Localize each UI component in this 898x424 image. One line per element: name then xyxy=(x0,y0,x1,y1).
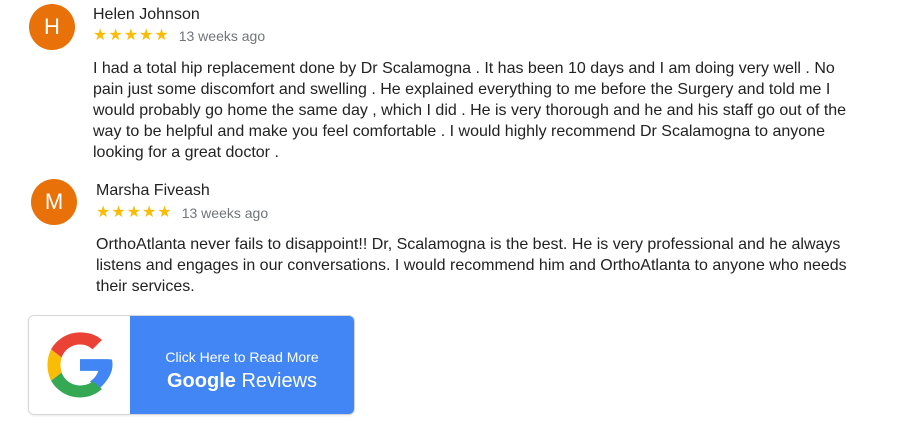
google-brand-label: Google xyxy=(166,370,236,392)
review-time: 13 weeks ago xyxy=(178,28,266,44)
star-icon: ★ xyxy=(142,204,157,221)
review-time: 13 weeks ago xyxy=(181,205,269,221)
star-icon: ★ xyxy=(154,27,169,44)
read-google-reviews-button[interactable]: Click Here to Read More Google Reviews xyxy=(28,315,355,415)
review-meta: ★ ★ ★ ★ ★ 13 weeks ago xyxy=(96,205,269,222)
reviewer-name[interactable]: Helen Johnson xyxy=(93,6,200,24)
avatar[interactable]: H xyxy=(29,4,75,50)
star-icon: ★ xyxy=(96,204,111,221)
read-more-label: Click Here to Read More xyxy=(165,349,319,365)
google-reviews-label-panel: Click Here to Read More Google Reviews xyxy=(130,316,354,414)
star-rating: ★ ★ ★ ★ ★ xyxy=(93,28,169,44)
review-meta: ★ ★ ★ ★ ★ 13 weeks ago xyxy=(93,28,266,45)
review-card: M Marsha Fiveash ★ ★ ★ ★ ★ 13 weeks ago Orth… xyxy=(0,176,898,306)
star-icon: ★ xyxy=(139,27,154,44)
reviewer-name[interactable]: Marsha Fiveash xyxy=(96,182,210,200)
google-reviews-label: Google Reviews xyxy=(130,370,354,393)
review-card: H Helen Johnson ★ ★ ★ ★ ★ 13 weeks ago I had… xyxy=(0,0,898,170)
google-logo-panel xyxy=(29,316,130,414)
star-icon: ★ xyxy=(157,204,172,221)
avatar[interactable]: M xyxy=(31,179,77,225)
star-icon: ★ xyxy=(126,204,142,221)
star-icon: ★ xyxy=(108,27,123,44)
star-icon: ★ xyxy=(111,204,126,221)
review-text: I had a total hip replacement done by Dr… xyxy=(93,60,847,161)
star-rating: ★ ★ ★ ★ ★ xyxy=(96,205,172,221)
reviews-label: Reviews xyxy=(241,370,318,392)
star-icon: ★ xyxy=(93,27,108,44)
google-g-logo-icon xyxy=(47,332,112,398)
star-icon: ★ xyxy=(123,27,139,44)
review-text: OrthoAtlanta never fails to disappoint!!… xyxy=(96,236,847,295)
